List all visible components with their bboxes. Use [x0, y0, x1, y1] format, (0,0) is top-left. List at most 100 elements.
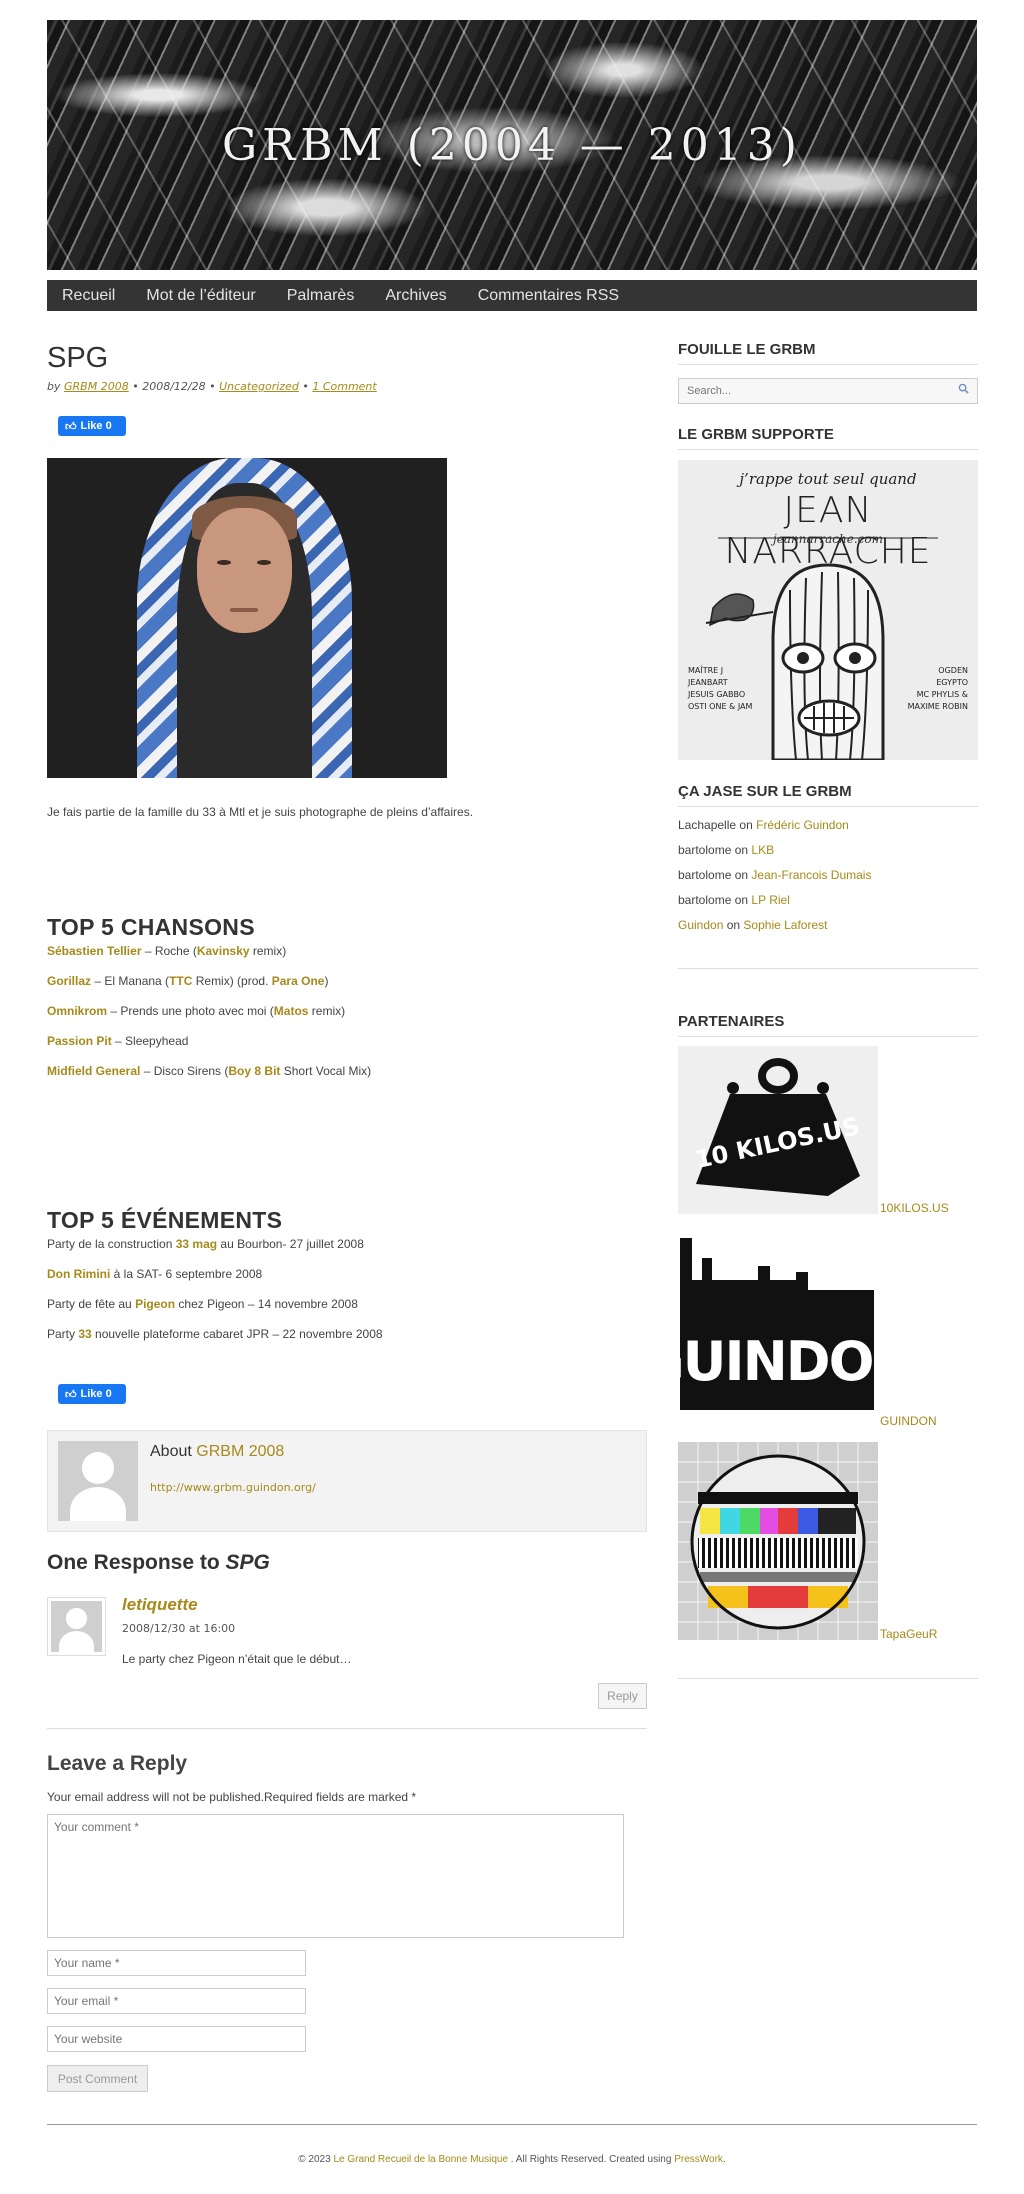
recent-comment-on: on	[739, 818, 753, 832]
partner-link-10kilos[interactable]: 10KILOS.US	[880, 1201, 949, 1215]
partner-logo-tapageur[interactable]	[678, 1442, 878, 1640]
artist-link[interactable]: Midfield General	[47, 1064, 140, 1078]
search-input[interactable]	[678, 378, 978, 404]
artist-link[interactable]: TTC	[169, 974, 192, 988]
event-link[interactable]: 33 mag	[176, 1237, 217, 1251]
footer: © 2023 Le Grand Recueil de la Bonne Musi…	[0, 2154, 1024, 2165]
main-nav: Recueil Mot de l’éditeur Palmarès Archiv…	[47, 280, 977, 311]
sidebar-title-search: FOUILLE LE GRBM	[678, 341, 816, 358]
poster-name: JESUIS GABBO	[688, 690, 746, 699]
song-text: – Sleepyhead	[111, 1034, 189, 1048]
recent-comment-post-link[interactable]: Frédéric Guindon	[756, 818, 849, 832]
name-input[interactable]	[47, 1950, 306, 1976]
author-box: About GRBM 2008 http://www.grbm.guindon.…	[47, 1430, 647, 1532]
recent-comment-author: bartolome	[678, 843, 732, 857]
meta-sep: •	[209, 380, 216, 393]
song-text: – Roche (	[141, 944, 197, 958]
artist-link[interactable]: Passion Pit	[47, 1034, 112, 1048]
email-input[interactable]	[47, 1988, 306, 2014]
footer-copyright: © 2023	[298, 2154, 334, 2165]
sidebar-title-jase: ÇA JASE SUR LE GRBM	[678, 783, 852, 800]
event-item: Party de fête au Pigeon chez Pigeon – 14…	[47, 1297, 358, 1311]
meta-category-link[interactable]: Uncategorized	[219, 380, 299, 393]
nav-item-recueil[interactable]: Recueil	[62, 287, 115, 305]
artist-link[interactable]: Gorillaz	[47, 974, 91, 988]
author-avatar	[58, 1441, 138, 1521]
comment-date[interactable]: 2008/12/30 at 16:00	[122, 1622, 235, 1635]
event-text: Party de la construction	[47, 1237, 176, 1251]
author-heading: About GRBM 2008	[150, 1443, 284, 1461]
artist-link[interactable]: Matos	[274, 1004, 309, 1018]
comment-author[interactable]: letiquette	[122, 1595, 198, 1615]
event-item: Party 33 nouvelle plateforme cabaret JPR…	[47, 1327, 383, 1341]
event-text: au Bourbon- 27 juillet 2008	[217, 1237, 364, 1251]
footer-divider	[47, 2124, 977, 2125]
section-title-evenements: TOP 5 ÉVÉNEMENTS	[47, 1207, 283, 1233]
artist-link[interactable]: Sébastien Tellier	[47, 944, 141, 958]
responses-title: One Response to SPG	[47, 1551, 270, 1575]
artist-link[interactable]: Para One	[272, 974, 325, 988]
event-link[interactable]: 33	[78, 1327, 91, 1341]
event-link[interactable]: Pigeon	[135, 1297, 175, 1311]
header-banner[interactable]: GRBM (2004 — 2013)	[47, 20, 977, 270]
search-icon[interactable]	[958, 383, 969, 394]
event-text: à la SAT- 6 septembre 2008	[110, 1267, 263, 1281]
partner-logo-10kilos[interactable]: 10 KILOS.US	[678, 1046, 878, 1214]
song-text: Remix) (prod.	[192, 974, 272, 988]
song-item: Passion Pit – Sleepyhead	[47, 1034, 188, 1048]
recent-comment-post-link[interactable]: LKB	[751, 843, 774, 857]
recent-comment-author-link[interactable]: Guindon	[678, 918, 723, 932]
nav-item-archives[interactable]: Archives	[385, 287, 446, 305]
photo-eye	[217, 560, 231, 565]
footer-site-link[interactable]: Le Grand Recueil de la Bonne Musique	[333, 2154, 508, 2165]
partner-link-tapageur[interactable]: TapaGeuR	[880, 1627, 937, 1641]
event-link[interactable]: Don Rimini	[47, 1267, 110, 1281]
sidebar-divider	[678, 449, 978, 450]
guindon-logo-text: GUINDON	[678, 1330, 878, 1393]
meta-author-link[interactable]: GRBM 2008	[64, 380, 129, 393]
nav-item-rss[interactable]: Commentaires RSS	[478, 287, 619, 305]
author-name-link[interactable]: GRBM 2008	[196, 1443, 284, 1460]
event-text: nouvelle plateforme cabaret JPR – 22 nov…	[91, 1327, 383, 1341]
comment-avatar	[51, 1601, 102, 1652]
post-photo	[47, 458, 447, 778]
facebook-like-button[interactable]: 👍︎ Like 0	[58, 1384, 126, 1404]
reply-button[interactable]: Reply	[598, 1683, 647, 1709]
nav-item-palmares[interactable]: Palmarès	[287, 287, 355, 305]
recent-comment-post-link[interactable]: Jean-Francois Dumais	[751, 868, 871, 882]
facebook-like-button[interactable]: 👍︎ Like 0	[58, 416, 126, 436]
poster-name: MAXIME ROBIN	[907, 702, 968, 711]
jean-narrache-poster[interactable]: j’rappe tout seul quand JEAN NARRACHE je…	[678, 460, 978, 760]
post-intro: Je fais partie de la famille du 33 à Mtl…	[47, 805, 474, 819]
kettlebell-weight-logo: 10 KILOS.US	[693, 1058, 862, 1196]
site-title[interactable]: GRBM (2004 — 2013)	[47, 120, 977, 171]
song-text: )	[324, 974, 329, 988]
event-item: Party de la construction 33 mag au Bourb…	[47, 1237, 364, 1251]
recent-comment-item: bartolome on Jean-Francois Dumais	[678, 868, 871, 882]
meta-date: 2008/12/28	[142, 380, 206, 393]
author-url-link[interactable]: http://www.grbm.guindon.org/	[150, 1481, 316, 1494]
artist-link[interactable]: Kavinsky	[197, 944, 250, 958]
recent-comment-post-link[interactable]: Sophie Laforest	[743, 918, 827, 932]
recent-comment-post-link[interactable]: LP Riel	[751, 893, 789, 907]
artist-link[interactable]: Omnikrom	[47, 1004, 107, 1018]
responses-prefix: One Response to	[47, 1551, 220, 1574]
poster-name: OSTI ONE & JAM	[688, 702, 753, 711]
footer-theme-link[interactable]: PressWork	[674, 2154, 723, 2165]
poster-name: MAÎTRE J	[688, 666, 724, 675]
website-input[interactable]	[47, 2026, 306, 2052]
partner-logo-guindon[interactable]: GUINDON	[640, 1230, 918, 1410]
artist-link[interactable]: Boy 8 Bit	[228, 1064, 280, 1078]
sidebar-divider	[678, 1678, 978, 1679]
partner-link-guindon[interactable]: GUINDON	[880, 1414, 937, 1428]
footer-text: . All Rights Reserved. Created using	[508, 2154, 675, 2165]
section-title-chansons: TOP 5 CHANSONS	[47, 914, 255, 940]
thumbs-up-icon: 👍︎	[65, 1388, 77, 1401]
song-text: remix)	[308, 1004, 346, 1018]
nav-item-mot-editeur[interactable]: Mot de l’éditeur	[146, 287, 255, 305]
comment-textarea[interactable]	[47, 1814, 624, 1938]
event-text: Party	[47, 1327, 79, 1341]
meta-comments-link[interactable]: 1 Comment	[312, 380, 376, 393]
post-comment-button[interactable]: Post Comment	[47, 2065, 148, 2092]
song-item: Omnikrom – Prends une photo avec moi (Ma…	[47, 1004, 345, 1018]
